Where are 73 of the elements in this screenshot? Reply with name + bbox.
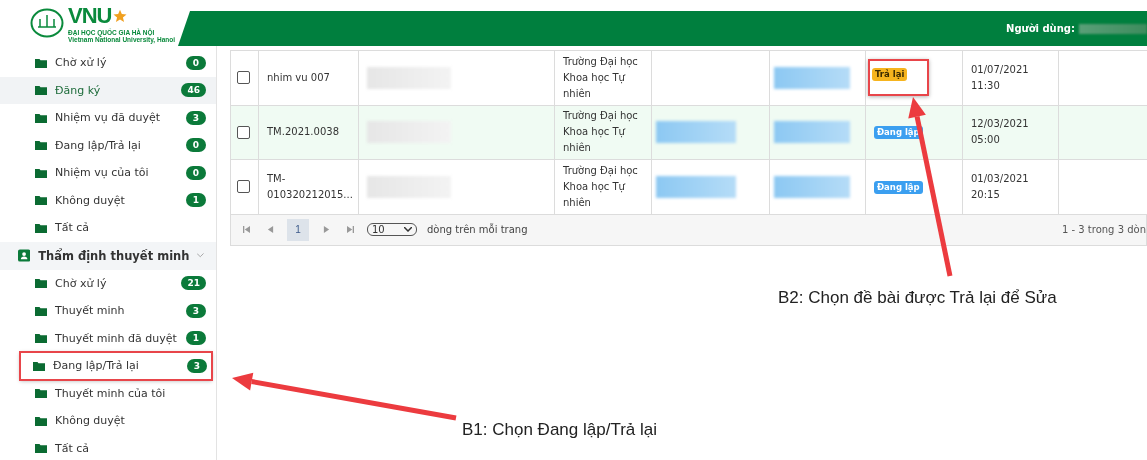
folder-icon (35, 112, 47, 123)
date-time: 01/03/2021 20:15 (971, 172, 1029, 200)
star-icon (113, 9, 128, 23)
row-count-summary: 1 - 3 trong 3 dòn (1062, 224, 1146, 235)
table-cell: Trường Đại học Khoa học Tự nhiên (554, 50, 652, 105)
folder-icon (35, 443, 47, 454)
folder-icon (35, 140, 47, 151)
logo-emblem-icon (30, 8, 64, 38)
table-cell: TM.2021.0038 (258, 105, 359, 160)
folder-icon (35, 333, 47, 344)
blurred-username (1079, 23, 1147, 34)
per-page-label: dòng trên mỗi trang (427, 224, 528, 235)
row-checkbox[interactable] (237, 180, 250, 194)
folder-icon (35, 195, 47, 206)
row-checkbox[interactable] (237, 125, 250, 139)
table-cell: TM-010320212015... (258, 159, 359, 214)
folder-icon (35, 388, 47, 399)
count-badge: 0 (186, 165, 206, 180)
date-time: 12/03/2021 05:00 (971, 118, 1029, 146)
count-badge: 3 (186, 110, 206, 125)
callout-text: B1: Chọn Đang lập/Trả lại (462, 420, 657, 440)
folder-icon (35, 57, 47, 68)
previous-icon (266, 226, 274, 233)
sidebar-item[interactable]: Thuyết minh 3 (0, 297, 216, 325)
folder-icon (35, 305, 47, 316)
chevron-icon (197, 253, 204, 258)
count-badge: 46 (181, 83, 206, 98)
sidebar-item[interactable]: Nhiệm vụ của tôi 0 (0, 159, 216, 187)
sidebar-item[interactable]: Tất cả (0, 214, 216, 242)
count-badge: 21 (181, 276, 206, 291)
user-label: Người dùng: (1006, 23, 1075, 34)
folder-icon (35, 167, 47, 178)
table-cell: nhim vu 007 (258, 50, 359, 105)
status-badge: Đang lập (874, 180, 923, 194)
sidebar-item[interactable]: Chờ xử lý 0 (0, 49, 216, 77)
count-badge: 0 (186, 55, 206, 70)
page-size-select[interactable]: 10 (367, 223, 417, 236)
sidebar-item[interactable]: Nhiệm vụ đã duyệt 3 (0, 104, 216, 132)
folder-icon (35, 415, 47, 426)
first-page-icon (242, 226, 250, 233)
sidebar-item[interactable]: Đăng ký 46 (0, 76, 216, 104)
sidebar-item[interactable]: Tất cả (0, 434, 216, 460)
table-row[interactable]: nhim vu 007 Trường Đại học Khoa học Tự nhiên Trả lại 01/07/2021 11:30 (230, 50, 1147, 105)
folder-icon (35, 85, 47, 96)
date-time: 01/07/2021 11:30 (971, 63, 1029, 91)
count-badge: 1 (186, 331, 206, 346)
status-badge: Trả lại (872, 68, 908, 82)
sidebar-item[interactable]: Đang lập/Trả lại 0 (0, 131, 216, 159)
sidebar-item[interactable]: Chờ xử lý 21 (0, 269, 216, 297)
callout-text: B2: Chọn đề bài được Trả lại để Sửa (778, 288, 1057, 308)
next-icon (322, 226, 330, 233)
table-cell: Trường Đại học Khoa học Tự nhiên (554, 159, 652, 214)
folder-icon (35, 278, 47, 289)
count-badge: 3 (186, 303, 206, 318)
folder-icon (35, 222, 47, 233)
person-card-icon (18, 249, 31, 262)
count-badge: 0 (186, 138, 206, 153)
folder-icon (33, 360, 45, 371)
sidebar-item[interactable]: Đang lập/Trả lại 3 (20, 352, 212, 380)
sidebar-item[interactable]: Thuyết minh của tôi (0, 379, 216, 407)
count-badge: 3 (187, 358, 207, 373)
chevron-icon (404, 227, 412, 232)
sidebar-item[interactable]: Không duyệt (0, 407, 216, 435)
row-checkbox[interactable] (237, 71, 250, 85)
sidebar-item[interactable]: Không duyệt 1 (0, 186, 216, 214)
sidebar-item[interactable]: Thuyết minh đã duyệt 1 (0, 324, 216, 352)
logo-title: VNU (68, 3, 112, 28)
table-cell: Trường Đại học Khoa học Tự nhiên (554, 105, 652, 160)
count-badge: 1 (186, 193, 206, 208)
sidebar-section-header[interactable]: Thẩm định thuyết minh (0, 241, 216, 270)
page-button[interactable]: 1 (287, 218, 309, 241)
table-row[interactable]: TM-010320212015... Trường Đại học Khoa học Tự nhiên Đang lập 01/03/2021 20:15 (230, 159, 1147, 214)
last-page-icon (346, 226, 354, 233)
